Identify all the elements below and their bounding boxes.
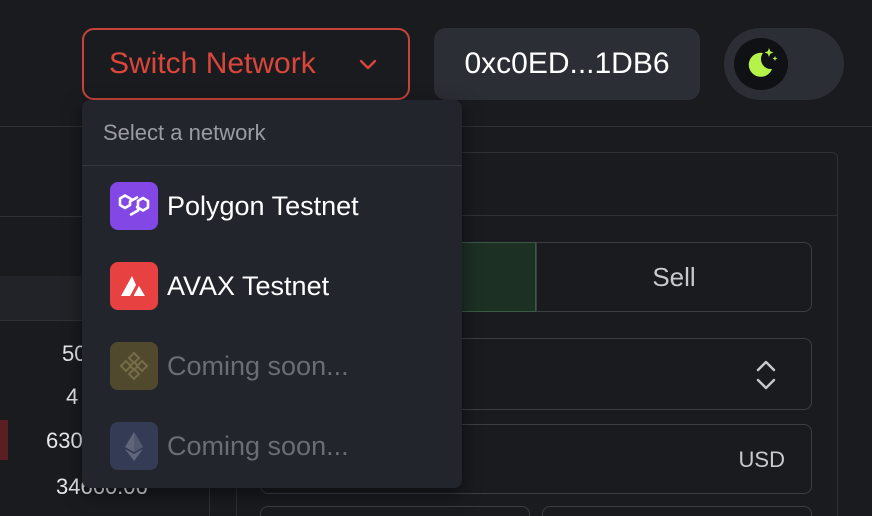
orderbook-value: 4: [66, 384, 79, 409]
orderbook-value: 630: [46, 428, 83, 453]
network-option-ethereum: Coming soon...: [82, 406, 462, 486]
field-right[interactable]: [542, 506, 812, 516]
polygon-icon: [110, 182, 158, 230]
network-option-avax[interactable]: AVAX Testnet: [82, 246, 462, 326]
wallet-address: 0xc0ED...1DB6: [464, 47, 670, 80]
wallet-address-button[interactable]: 0xc0ED...1DB6: [434, 28, 700, 100]
network-option-label: Coming soon...: [167, 430, 349, 461]
switch-network-button[interactable]: Switch Network: [82, 28, 410, 100]
network-dropdown: Select a network Polygon Testnet AVAX Te…: [82, 100, 462, 488]
bnb-icon: [110, 342, 158, 390]
chevron-down-icon: [359, 59, 377, 70]
amount-unit-label: USD: [738, 447, 785, 472]
switch-network-label: Switch Network: [109, 47, 316, 80]
network-option-label: Polygon Testnet: [167, 190, 359, 221]
theme-toggle-knob: [734, 38, 788, 90]
sell-tab[interactable]: Sell: [536, 242, 812, 312]
network-dropdown-heading: Select a network: [82, 100, 462, 166]
network-option-bnb: Coming soon...: [82, 326, 462, 406]
network-option-label: Coming soon...: [167, 350, 349, 381]
ethereum-icon: [110, 422, 158, 470]
updown-chevron-icon: [756, 360, 776, 390]
field-left[interactable]: [260, 506, 530, 516]
ask-depth-bar: [0, 420, 8, 460]
avalanche-icon: [110, 262, 158, 310]
network-option-label: AVAX Testnet: [167, 270, 330, 301]
theme-toggle[interactable]: [724, 28, 844, 100]
moon-icon: [748, 48, 778, 77]
network-option-polygon[interactable]: Polygon Testnet: [82, 166, 462, 246]
